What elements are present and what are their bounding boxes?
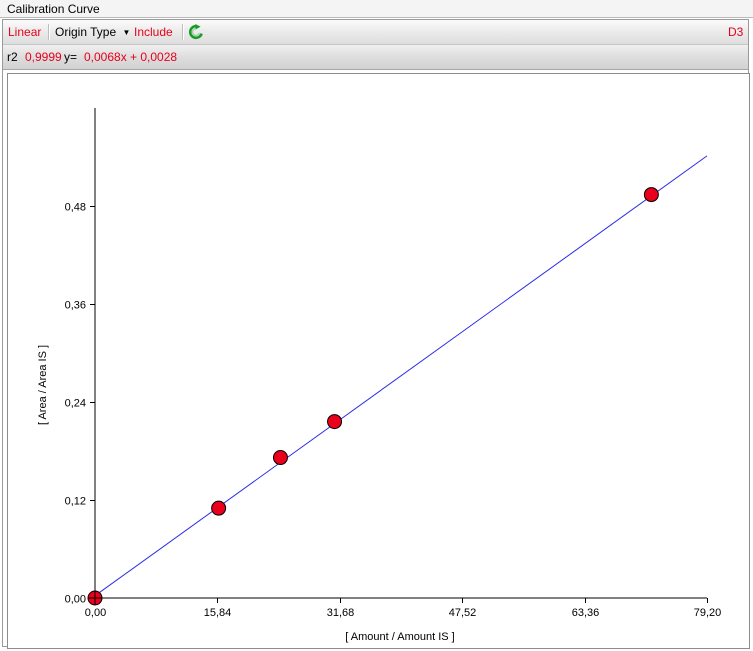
window-title-tab: Calibration Curve (0, 0, 753, 18)
include-button[interactable]: Include (134, 25, 173, 39)
regression-line (94, 155, 708, 597)
equation-value: 0,0068x + 0,0028 (84, 50, 178, 64)
dropdown-arrow-icon: ▼ (122, 28, 131, 37)
origin-type-dropdown[interactable]: Origin Type ▼ (55, 25, 130, 39)
x-axis-title: [ Amount / Amount IS ] (345, 631, 454, 643)
toolbar: Linear Origin Type ▼ Include D3 (3, 20, 748, 45)
x-tick-label: 47,52 (449, 607, 477, 619)
y-tick-label: 0,24 (65, 398, 86, 410)
x-tick-label: 31,68 (327, 607, 355, 619)
x-tick-label: 15,84 (204, 607, 232, 619)
compound-label: D3 (728, 25, 744, 39)
r2-label: r2 (7, 50, 18, 64)
x-tick-label: 79,20 (694, 607, 722, 619)
window-title: Calibration Curve (7, 2, 100, 16)
calibration-point[interactable] (643, 187, 659, 203)
r2-value: 0,9999 (25, 50, 62, 64)
calibration-chart: 0,00 15,84 31,68 47,52 63,36 79,20 0,00 0,12 0,2… (37, 108, 722, 643)
calibration-panel: Linear Origin Type ▼ Include D3 r2 0,999… (2, 19, 750, 649)
x-tick-label: 63,36 (572, 607, 600, 619)
fit-type-button[interactable]: Linear (8, 25, 41, 39)
y-tick-label: 0,00 (65, 594, 86, 606)
calibration-point[interactable] (272, 450, 288, 466)
calibration-point[interactable] (211, 500, 227, 516)
equation-label: y= (64, 50, 78, 64)
y-tick-label: 0,36 (65, 300, 86, 312)
y-tick-label: 0,12 (65, 496, 86, 508)
title-divider (0, 17, 753, 18)
x-tick-label: 0,00 (85, 607, 106, 619)
refresh-icon[interactable] (188, 24, 204, 40)
toolbar-separator (182, 24, 183, 40)
origin-type-label: Origin Type (55, 25, 117, 39)
toolbar-separator (48, 24, 49, 40)
chart-area: 0,00 15,84 31,68 47,52 63,36 79,20 0,00 0,12 0,2… (7, 73, 750, 649)
regression-info-bar: r2 0,9999 y= 0,0068x + 0,0028 (3, 45, 748, 70)
calibration-point[interactable] (327, 414, 343, 430)
y-axis-title: [ Area / Area IS ] (37, 345, 49, 425)
y-tick-label: 0,48 (65, 202, 86, 214)
